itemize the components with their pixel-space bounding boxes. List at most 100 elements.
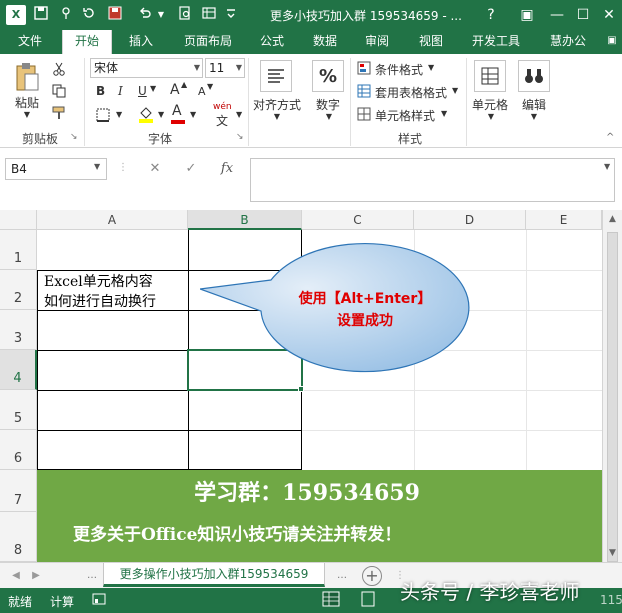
normal-view-icon[interactable] bbox=[322, 591, 340, 610]
bold-button[interactable]: B bbox=[96, 84, 105, 98]
cell-styles-button[interactable]: 单元格样式 bbox=[375, 107, 435, 124]
format-painter-icon[interactable] bbox=[50, 104, 68, 122]
borders-dropdown-icon[interactable]: ▼ bbox=[116, 110, 122, 119]
tab-insert[interactable]: 插入 bbox=[118, 30, 164, 54]
tab-view[interactable]: 视图 bbox=[410, 30, 452, 54]
save-icon[interactable] bbox=[32, 6, 50, 24]
add-sheet-button[interactable]: + bbox=[362, 566, 382, 586]
sheet-more-icon[interactable]: … bbox=[84, 567, 100, 585]
column-header-d[interactable]: D bbox=[414, 210, 526, 230]
row-header-4[interactable]: 4 bbox=[0, 350, 37, 390]
format-as-table-dropdown-icon[interactable]: ▼ bbox=[452, 86, 458, 95]
formula-input[interactable] bbox=[250, 158, 615, 202]
name-box[interactable]: B4 bbox=[5, 158, 107, 180]
cells-dropdown-icon[interactable]: ▼ bbox=[484, 112, 498, 121]
cells-button[interactable]: 单元格 bbox=[468, 96, 512, 113]
font-grow-button[interactable]: A bbox=[170, 82, 180, 98]
tab-page-layout[interactable]: 页面布局 bbox=[176, 30, 240, 54]
tab-file[interactable]: 文件 bbox=[4, 30, 56, 54]
refresh-icon[interactable] bbox=[80, 6, 98, 24]
phonetic-dropdown-icon[interactable]: ▼ bbox=[236, 110, 242, 119]
undo-dropdown-icon[interactable]: ▼ bbox=[152, 6, 170, 24]
number-dropdown-icon[interactable]: ▼ bbox=[322, 112, 336, 121]
font-shrink-button[interactable]: A bbox=[198, 85, 206, 98]
row-header-2[interactable]: 2 bbox=[0, 270, 37, 310]
name-box-dropdown-icon[interactable]: ▼ bbox=[94, 162, 100, 171]
column-header-e[interactable]: E bbox=[526, 210, 602, 230]
tab-data[interactable]: 数据 bbox=[304, 30, 346, 54]
format-as-table-button[interactable]: 套用表格格式 bbox=[375, 84, 447, 101]
tab-developer[interactable]: 开发工具 bbox=[464, 30, 528, 54]
copy-icon[interactable] bbox=[50, 82, 68, 100]
fill-color-dropdown-icon[interactable]: ▼ bbox=[158, 110, 164, 119]
row-header-8[interactable]: 8 bbox=[0, 512, 37, 562]
close-button[interactable]: ✕ bbox=[598, 4, 620, 26]
fill-handle[interactable] bbox=[298, 386, 304, 392]
row-header-7[interactable]: 7 bbox=[0, 470, 37, 512]
sheet-tab[interactable]: 更多操作小技巧加入群159534659 bbox=[103, 563, 325, 587]
ribbon-display-options-icon[interactable]: ▣ bbox=[516, 4, 538, 26]
column-header-a[interactable]: A bbox=[37, 210, 188, 230]
collapse-ribbon-chevron-icon[interactable]: ^ bbox=[606, 132, 614, 143]
conditional-format-button[interactable]: 条件格式 bbox=[375, 61, 423, 78]
customize-icon[interactable] bbox=[222, 6, 240, 24]
expand-formula-bar-icon[interactable]: ▼ bbox=[604, 162, 610, 171]
alignment-button[interactable]: 对齐方式 bbox=[252, 96, 302, 113]
zoom-level[interactable]: 115% bbox=[600, 593, 622, 607]
row-header-6[interactable]: 6 bbox=[0, 430, 37, 470]
editing-dropdown-icon[interactable]: ▼ bbox=[527, 112, 541, 121]
page-layout-view-icon[interactable] bbox=[360, 591, 376, 610]
tab-review[interactable]: 审阅 bbox=[356, 30, 398, 54]
cancel-icon[interactable]: ✕ bbox=[144, 158, 166, 180]
sheet-prev-icon[interactable]: ◀ bbox=[8, 567, 24, 585]
print-preview-icon[interactable] bbox=[176, 6, 194, 24]
font-name-select[interactable]: 宋体 ▼ bbox=[90, 58, 203, 78]
column-header-b[interactable]: B bbox=[188, 210, 302, 230]
save-disk-icon[interactable] bbox=[106, 6, 124, 24]
sheet-next-icon[interactable]: ▶ bbox=[28, 567, 44, 585]
number-button[interactable]: 数字 bbox=[308, 96, 348, 113]
help-button[interactable]: ? bbox=[480, 4, 502, 26]
italic-button[interactable]: I bbox=[118, 84, 123, 98]
select-all-corner[interactable] bbox=[0, 210, 37, 230]
find-binoculars-icon[interactable] bbox=[518, 60, 550, 92]
fill-color-icon[interactable] bbox=[136, 104, 156, 124]
scroll-thumb[interactable] bbox=[607, 232, 618, 562]
tab-home[interactable]: 开始 bbox=[62, 30, 112, 54]
touch-mode-icon[interactable] bbox=[58, 6, 76, 24]
borders-icon[interactable] bbox=[94, 106, 112, 124]
cell-styles-dropdown-icon[interactable]: ▼ bbox=[441, 109, 447, 118]
alignment-dropdown-icon[interactable]: ▼ bbox=[270, 112, 284, 121]
phonetic-button[interactable]: wén bbox=[213, 102, 232, 112]
maximize-button[interactable]: ☐ bbox=[572, 4, 594, 26]
tab-formulas[interactable]: 公式 bbox=[252, 30, 292, 54]
sheet-more-right-icon[interactable]: … bbox=[334, 567, 350, 585]
editing-button[interactable]: 编辑 bbox=[516, 96, 552, 113]
font-color-dropdown-icon[interactable]: ▼ bbox=[190, 110, 196, 119]
row-header-3[interactable]: 3 bbox=[0, 310, 37, 350]
font-size-select[interactable]: 11 ▼ bbox=[205, 58, 245, 78]
underline-dropdown-icon[interactable]: ▼ bbox=[150, 84, 156, 93]
clipboard-launcher-icon[interactable]: ↘ bbox=[70, 132, 78, 142]
alignment-icon[interactable] bbox=[260, 60, 292, 92]
underline-button[interactable]: U bbox=[138, 84, 147, 98]
vertical-scrollbar[interactable]: ▲ ▼ bbox=[602, 210, 622, 562]
number-format-icon[interactable]: % bbox=[312, 60, 344, 92]
scroll-down-icon[interactable]: ▼ bbox=[603, 544, 622, 562]
insert-function-icon[interactable]: fx bbox=[216, 158, 238, 180]
font-launcher-icon[interactable]: ↘ bbox=[236, 132, 244, 142]
enter-icon[interactable]: ✓ bbox=[180, 158, 202, 180]
paste-button[interactable]: 粘贴 bbox=[12, 94, 42, 111]
column-header-c[interactable]: C bbox=[302, 210, 414, 230]
cells-icon[interactable] bbox=[474, 60, 506, 92]
conditional-format-dropdown-icon[interactable]: ▼ bbox=[428, 63, 434, 72]
paste-icon[interactable] bbox=[12, 60, 42, 94]
tab-smart-office[interactable]: 慧办公 bbox=[540, 30, 596, 54]
collapse-ribbon-icon[interactable]: ▣ bbox=[604, 30, 620, 54]
cut-icon[interactable] bbox=[50, 60, 68, 78]
paste-dropdown-icon[interactable]: ▼ bbox=[20, 110, 34, 119]
row-header-5[interactable]: 5 bbox=[0, 390, 37, 430]
minimize-button[interactable]: — bbox=[546, 4, 568, 26]
macro-record-icon[interactable] bbox=[92, 593, 106, 608]
scroll-up-icon[interactable]: ▲ bbox=[603, 210, 622, 228]
